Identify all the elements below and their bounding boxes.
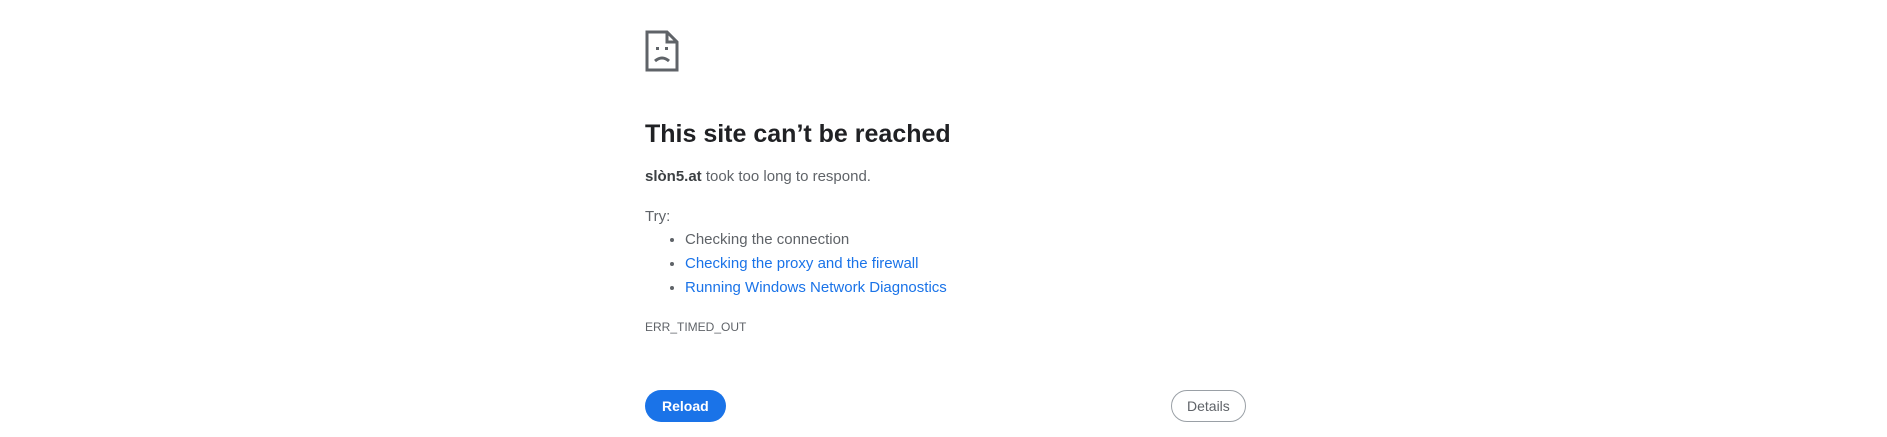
sad-page-icon [645, 30, 1245, 72]
error-content: This site can’t be reached slòn5.at took… [645, 30, 1246, 422]
details-button[interactable]: Details [1171, 390, 1246, 422]
suggestion-item: Checking the connection [685, 228, 947, 252]
error-summary: slòn5.at took too long to respond. [645, 168, 871, 185]
suggestion-item: Running Windows Network Diagnostics [685, 276, 947, 300]
suggestion-item: Checking the proxy and the firewall [685, 252, 947, 276]
reload-button[interactable]: Reload [645, 390, 726, 422]
suggestion-check-connection: Checking the connection [685, 231, 850, 248]
error-code: ERR_TIMED_OUT [645, 320, 747, 334]
suggestion-check-proxy-link[interactable]: Checking the proxy and the firewall [685, 255, 918, 272]
page-title: This site can’t be reached [645, 120, 951, 148]
error-page: This site can’t be reached slòn5.at took… [0, 0, 1887, 437]
suggestion-list: Checking the connection Checking the pro… [645, 228, 947, 300]
summary-text: took too long to respond. [701, 168, 871, 185]
suggestion-network-diagnostics-link[interactable]: Running Windows Network Diagnostics [685, 279, 947, 296]
host-name: slòn5.at [645, 168, 702, 185]
try-label: Try: [645, 208, 671, 225]
